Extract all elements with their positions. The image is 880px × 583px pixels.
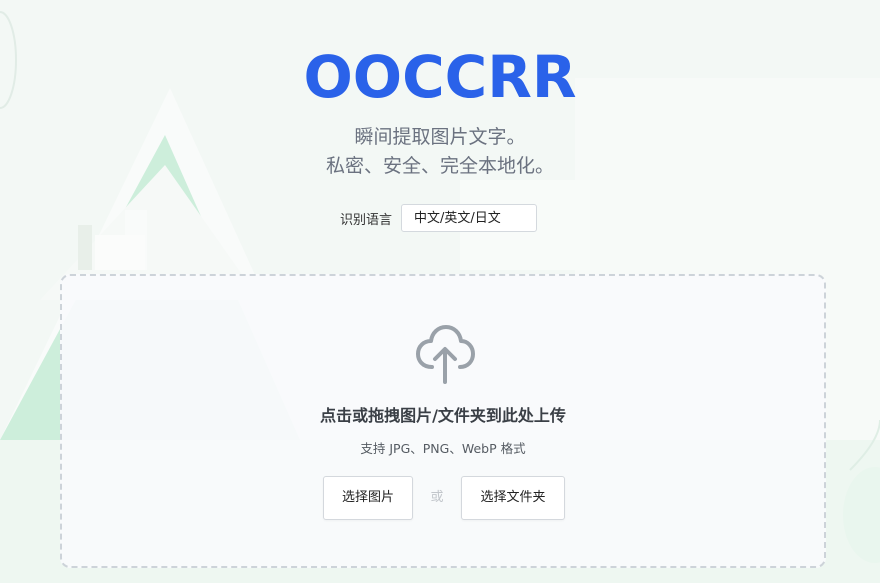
tagline-line-1: 瞬间提取图片文字。	[354, 126, 526, 148]
app-root: OOCCRR 瞬间提取图片文字。 私密、安全、完全本地化。 识别语言 中文/英文…	[0, 0, 880, 583]
language-row: 识别语言 中文/英文/日文	[340, 203, 538, 233]
app-logo: OOCCRR	[303, 43, 577, 111]
dropzone-subtitle: 支持 JPG、PNG、WebP 格式	[360, 441, 526, 456]
select-image-button[interactable]: 选择图片	[323, 476, 413, 520]
cloud-upload-icon	[416, 325, 475, 384]
or-separator: 或	[430, 490, 444, 505]
select-folder-button[interactable]: 选择文件夹	[461, 476, 565, 520]
tagline-line-2: 私密、安全、完全本地化。	[325, 155, 554, 177]
upload-dropzone[interactable]: 点击或拖拽图片/文件夹到此处上传 支持 JPG、PNG、WebP 格式 选择图片…	[60, 274, 826, 568]
language-select[interactable]: 中文/英文/日文	[401, 204, 538, 232]
dropzone-title: 点击或拖拽图片/文件夹到此处上传	[320, 406, 566, 425]
language-label: 识别语言	[340, 212, 393, 228]
